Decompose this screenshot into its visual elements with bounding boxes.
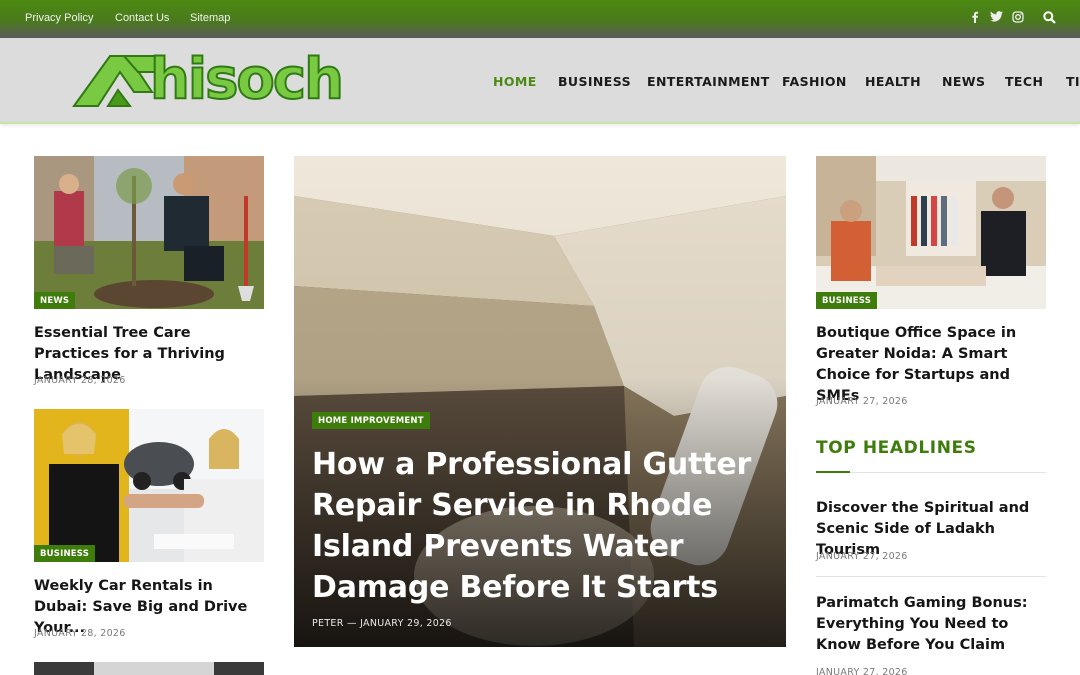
facebook-icon[interactable] [971, 11, 979, 26]
search-icon[interactable] [1043, 11, 1056, 27]
meta-separator: — [346, 618, 357, 629]
article-date: JANUARY 28, 2026 [34, 375, 126, 386]
logo-text: hisoch [149, 47, 345, 112]
sitemap-link[interactable]: Sitemap [190, 12, 230, 24]
nav-entertainment[interactable]: ENTERTAINMENT [647, 74, 770, 89]
logo-a-mark [72, 55, 161, 107]
instagram-icon[interactable] [1012, 11, 1024, 26]
category-badge[interactable]: BUSINESS [34, 545, 96, 562]
hero-meta: PETER — JANUARY 29, 2026 [312, 618, 452, 629]
nav-business[interactable]: BUSINESS [558, 74, 631, 89]
nav-news[interactable]: NEWS [942, 74, 985, 89]
site-logo[interactable]: hisoch [72, 47, 422, 112]
article-date: JANUARY 28, 2026 [34, 628, 126, 639]
article-date: JANUARY 27, 2026 [816, 396, 908, 407]
nav-more[interactable]: TI [1066, 74, 1080, 89]
headline-date: JANUARY 27, 2026 [816, 551, 908, 562]
headline-date: JANUARY 27, 2026 [816, 667, 908, 675]
hero-category-badge[interactable]: HOME IMPROVEMENT [312, 412, 430, 429]
headline-divider [816, 576, 1046, 577]
top-bar: Privacy Policy Contact Us Sitemap [0, 0, 1080, 38]
headline-title[interactable]: Parimatch Gaming Bonus: Everything You N… [816, 593, 1048, 656]
top-headlines-heading: TOP HEADLINES [816, 438, 977, 458]
contact-us-link[interactable]: Contact Us [115, 12, 169, 24]
category-badge[interactable]: BUSINESS [816, 292, 878, 309]
tree-care-thumbnail[interactable] [34, 156, 264, 309]
car-rental-thumbnail[interactable] [34, 409, 264, 562]
category-badge[interactable]: NEWS [34, 292, 76, 309]
nav-home[interactable]: HOME [493, 74, 537, 89]
article-title[interactable]: Boutique Office Space in Greater Noida: … [816, 323, 1048, 407]
privacy-policy-link[interactable]: Privacy Policy [25, 12, 93, 24]
nav-fashion[interactable]: FASHION [782, 74, 847, 89]
section-divider [816, 472, 1046, 473]
nav-tech[interactable]: TECH [1005, 74, 1043, 89]
twitter-icon[interactable] [990, 11, 1003, 25]
hero-date: JANUARY 29, 2026 [360, 618, 452, 629]
office-space-thumbnail[interactable] [816, 156, 1046, 309]
article-thumbnail[interactable] [34, 662, 264, 675]
site-header: hisoch HOME BUSINESS ENTERTAINMENT FASHI… [0, 38, 1080, 124]
section-accent-bar [816, 471, 850, 473]
hero-author[interactable]: PETER [312, 618, 344, 629]
hero-title[interactable]: How a Professional Gutter Repair Service… [312, 444, 782, 608]
nav-health[interactable]: HEALTH [865, 74, 921, 89]
